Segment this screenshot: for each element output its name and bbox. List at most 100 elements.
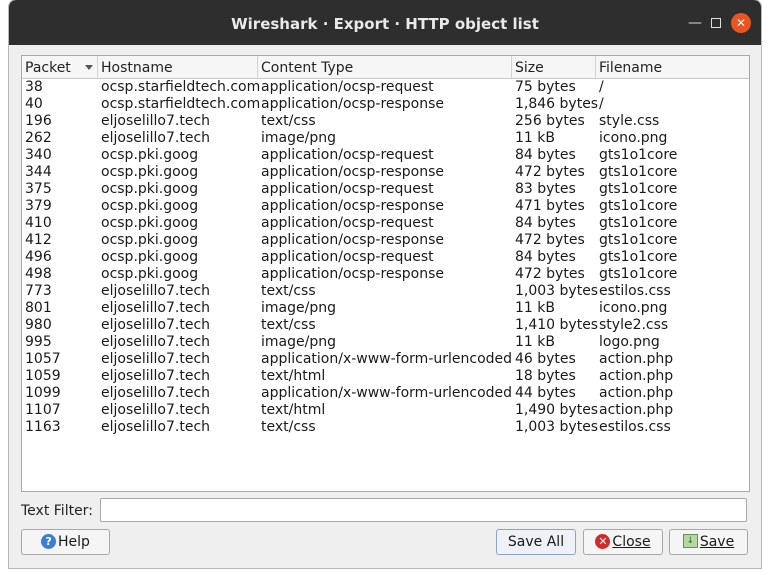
cell-hostname: eljoselillo7.tech: [101, 368, 211, 384]
cell-content-type: text/html: [261, 402, 326, 418]
table-row[interactable]: 801 eljoselillo7.tech image/png 11 kB icono.…: [22, 300, 749, 317]
cell-packet: 1163: [25, 419, 61, 435]
table-row[interactable]: 379 ocsp.pki.goog application/ocsp-respons…: [22, 198, 749, 215]
table-row[interactable]: 40 ocsp.starfieldtech.com application/ocsp…: [22, 96, 749, 113]
cell-content-type: application/x-www-form-urlencoded: [261, 385, 513, 401]
table-row[interactable]: 1107 eljoselillo7.tech text/html 1,490 byte…: [22, 402, 749, 419]
column-header-label: Filename: [599, 60, 663, 76]
cell-size: 11 kB: [515, 300, 555, 316]
cell-filename: icono.png: [599, 300, 668, 316]
table-row[interactable]: 980 eljoselillo7.tech text/css 1,410 bytes s…: [22, 317, 749, 334]
cell-content-type: application/ocsp-request: [261, 79, 434, 95]
cell-content-type: text/css: [261, 419, 316, 435]
minimize-button[interactable]: —: [686, 14, 704, 32]
cell-packet: 40: [25, 96, 43, 112]
cell-size: 1,003 bytes: [515, 419, 599, 435]
cell-content-type: text/css: [261, 317, 316, 333]
cell-filename: /: [599, 96, 604, 112]
table-row[interactable]: 773 eljoselillo7.tech text/css 1,003 bytes e…: [22, 283, 749, 300]
cell-packet: 1057: [25, 351, 61, 367]
cell-filename: gts1o1core: [599, 232, 678, 248]
cell-hostname: eljoselillo7.tech: [101, 334, 211, 350]
cell-hostname: ocsp.pki.goog: [101, 198, 199, 214]
cell-packet: 262: [25, 130, 52, 146]
table-row[interactable]: 1059 eljoselillo7.tech text/html 18 bytes ac…: [22, 368, 749, 385]
table-row[interactable]: 1099 eljoselillo7.tech application/x-www-f…: [22, 385, 749, 402]
table-row[interactable]: 496 ocsp.pki.goog application/ocsp-request…: [22, 249, 749, 266]
window-close-button[interactable]: ✕: [731, 13, 751, 33]
cell-hostname: ocsp.pki.goog: [101, 215, 199, 231]
table-row[interactable]: 1057 eljoselillo7.tech application/x-www-f…: [22, 351, 749, 368]
save-all-button[interactable]: Save All: [496, 529, 576, 555]
help-button-label: Help: [58, 534, 90, 550]
cell-packet: 340: [25, 147, 52, 163]
cell-size: 472 bytes: [515, 164, 585, 180]
table-row[interactable]: 375 ocsp.pki.goog application/ocsp-request…: [22, 181, 749, 198]
cell-size: 11 kB: [515, 130, 555, 146]
text-filter-input[interactable]: [100, 498, 747, 522]
cell-hostname: ocsp.pki.goog: [101, 249, 199, 265]
table-row[interactable]: 498 ocsp.pki.goog application/ocsp-respons…: [22, 266, 749, 283]
cell-size: 1,410 bytes: [515, 317, 599, 333]
table-row[interactable]: 344 ocsp.pki.goog application/ocsp-respons…: [22, 164, 749, 181]
column-header-label: Packet: [25, 60, 71, 76]
cell-packet: 379: [25, 198, 52, 214]
cell-packet: 1099: [25, 385, 61, 401]
cell-content-type: application/ocsp-request: [261, 147, 434, 163]
table-row[interactable]: 340 ocsp.pki.goog application/ocsp-request…: [22, 147, 749, 164]
http-object-table[interactable]: Packet Hostname Content Type Size Filena…: [21, 55, 750, 492]
column-header-size[interactable]: Size: [512, 56, 596, 78]
column-header-filename[interactable]: Filename: [596, 56, 749, 78]
cell-hostname: eljoselillo7.tech: [101, 317, 211, 333]
table-row[interactable]: 196 eljoselillo7.tech text/css 256 bytes sty…: [22, 113, 749, 130]
column-header-label: Hostname: [101, 60, 173, 76]
table-header: Packet Hostname Content Type Size Filena…: [22, 56, 749, 79]
column-header-packet[interactable]: Packet: [22, 56, 98, 78]
cell-content-type: application/ocsp-response: [261, 232, 445, 248]
save-icon: ↓: [682, 534, 698, 548]
help-button[interactable]: ? Help: [21, 529, 110, 555]
table-row[interactable]: 38 ocsp.starfieldtech.com application/ocsp…: [22, 79, 749, 96]
save-button-label: Save: [699, 534, 735, 550]
cell-packet: 38: [25, 79, 43, 95]
cell-packet: 498: [25, 266, 52, 282]
cell-filename: gts1o1core: [599, 198, 678, 214]
cell-filename: logo.png: [599, 334, 660, 350]
cell-filename: gts1o1core: [599, 249, 678, 265]
cell-packet: 1107: [25, 402, 61, 418]
table-row[interactable]: 262 eljoselillo7.tech image/png 11 kB icono.…: [22, 130, 749, 147]
close-button[interactable]: ✕ Close: [583, 529, 663, 555]
cell-content-type: application/ocsp-request: [261, 215, 434, 231]
cell-filename: style2.css: [599, 317, 669, 333]
cell-content-type: application/ocsp-response: [261, 266, 445, 282]
cell-hostname: ocsp.pki.goog: [101, 164, 199, 180]
column-header-hostname[interactable]: Hostname: [98, 56, 258, 78]
cell-hostname: eljoselillo7.tech: [101, 283, 211, 299]
cell-filename: /: [599, 79, 604, 95]
cell-hostname: ocsp.pki.goog: [101, 266, 199, 282]
column-header-label: Content Type: [261, 60, 354, 76]
table-row[interactable]: 410 ocsp.pki.goog application/ocsp-request…: [22, 215, 749, 232]
title-bar[interactable]: Wireshark · Export · HTTP object list — …: [9, 0, 761, 45]
cell-filename: style.css: [599, 113, 660, 129]
table-row[interactable]: 1163 eljoselillo7.tech text/css 1,003 bytes…: [22, 419, 749, 436]
cell-filename: estilos.css: [599, 283, 671, 299]
cell-size: 472 bytes: [515, 232, 585, 248]
cell-hostname: eljoselillo7.tech: [101, 402, 211, 418]
help-icon: ?: [41, 533, 57, 549]
cell-filename: action.php: [599, 402, 674, 418]
save-all-button-label: Save All: [507, 534, 565, 550]
cell-packet: 412: [25, 232, 52, 248]
save-button[interactable]: ↓ Save: [669, 529, 748, 555]
cell-size: 83 bytes: [515, 181, 576, 197]
cell-filename: gts1o1core: [599, 147, 678, 163]
maximize-button[interactable]: [707, 14, 725, 32]
cell-size: 18 bytes: [515, 368, 576, 384]
cell-filename: estilos.css: [599, 419, 671, 435]
column-header-content-type[interactable]: Content Type: [258, 56, 512, 78]
cell-packet: 196: [25, 113, 52, 129]
sort-descending-icon: [85, 65, 93, 70]
cell-content-type: image/png: [261, 300, 336, 316]
table-row[interactable]: 995 eljoselillo7.tech image/png 11 kB logo.p…: [22, 334, 749, 351]
table-row[interactable]: 412 ocsp.pki.goog application/ocsp-respons…: [22, 232, 749, 249]
